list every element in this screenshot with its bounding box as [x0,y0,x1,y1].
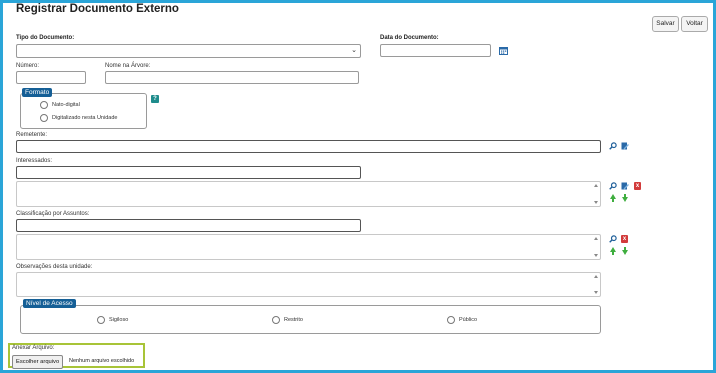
radio-digitalizado-label: Digitalizado nesta Unidade [52,115,118,121]
interessados-input[interactable] [16,166,361,179]
radio-nato-digital[interactable] [40,101,48,109]
radio-restrito[interactable] [272,316,280,324]
chevron-down-icon: ⌄ [351,47,357,54]
nivel-acesso-legend: Nível de Acesso [23,299,76,308]
search-icon[interactable] [609,182,617,190]
radio-digitalizado[interactable] [40,114,48,122]
edit-icon[interactable] [621,182,629,190]
search-icon[interactable] [609,235,617,243]
formato-legend: Formato [22,88,53,97]
scrollbar[interactable] [593,183,599,205]
remetente-input[interactable] [16,140,601,153]
arrow-down-icon[interactable] [621,247,629,255]
back-button[interactable]: Voltar [681,16,708,32]
radio-publico[interactable] [447,316,455,324]
classificacao-label: Classificação por Assuntos: [16,211,90,217]
nome-arvore-input[interactable] [105,71,359,84]
file-status: Nenhum arquivo escolhido [69,358,135,364]
arrow-up-icon[interactable] [609,247,617,255]
radio-restrito-label: Restrito [284,317,303,323]
nome-arvore-label: Nome na Árvore: [105,63,151,69]
remove-icon[interactable]: x [621,235,628,243]
search-icon[interactable] [609,142,617,150]
page-title: Registrar Documento Externo [16,3,179,15]
scrollbar[interactable] [593,236,599,258]
arrow-up-icon[interactable] [609,194,617,202]
nivel-acesso-fieldset [20,305,601,334]
data-documento-label: Data do Documento: [380,35,439,41]
numero-label: Número: [16,63,40,69]
observacoes-textarea[interactable] [16,272,601,297]
scrollbar[interactable] [593,274,599,295]
tipo-documento-select[interactable]: ⌄ [16,44,361,58]
interessados-label: Interessados: [16,158,53,164]
remove-icon[interactable]: x [634,182,641,190]
main-panel: Registrar Documento Externo Salvar Volta… [0,0,716,373]
radio-sigiloso[interactable] [97,316,105,324]
numero-input[interactable] [16,71,86,84]
edit-icon[interactable] [621,142,629,150]
save-button[interactable]: Salvar [652,16,679,32]
help-icon[interactable]: ? [151,95,159,103]
tipo-documento-label: Tipo do Documento: [16,35,75,41]
interessados-list[interactable] [16,181,601,207]
arrow-down-icon[interactable] [621,194,629,202]
observacoes-label: Observações desta unidade: [16,264,93,270]
choose-file-button[interactable]: Escolher arquivo [12,355,64,369]
radio-nato-digital-label: Nato-digital [52,102,80,108]
formato-fieldset [20,93,147,129]
classificacao-input[interactable] [16,219,361,232]
remetente-label: Remetente: [16,132,48,138]
calendar-icon[interactable] [499,46,508,55]
data-documento-input[interactable] [380,44,491,57]
classificacao-list[interactable] [16,234,601,260]
radio-sigiloso-label: Sigiloso [109,317,129,323]
radio-publico-label: Público [459,317,478,323]
anexar-label: Anexar Arquivo: [12,345,55,351]
